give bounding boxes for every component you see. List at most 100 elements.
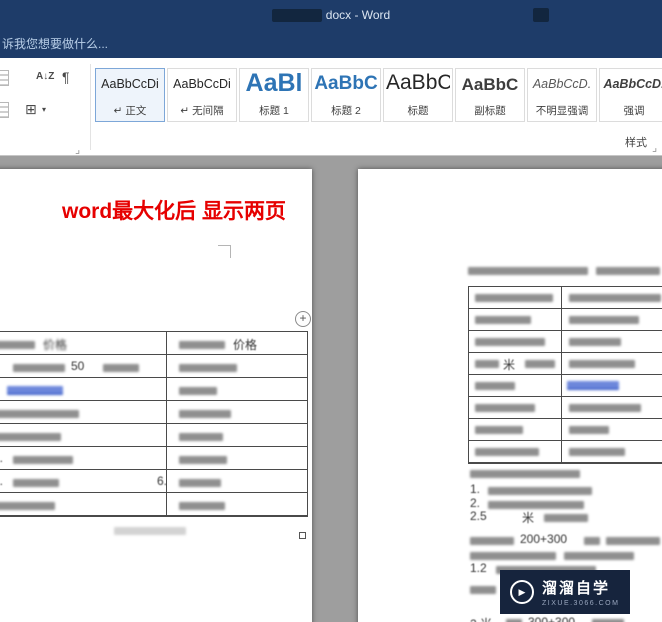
style-label: 标题 1: [259, 105, 289, 117]
cell-text: 2.: [0, 474, 4, 488]
style-label: 标题: [407, 105, 429, 117]
table-column-divider: [561, 287, 562, 463]
blurred-text-bar: [544, 514, 588, 522]
table-column-divider: [166, 332, 167, 516]
style-label: ↵ 正文: [113, 105, 147, 117]
blurred-text-bar: [468, 267, 588, 275]
style-no-spacing[interactable]: AaBbCcDi ↵ 无间隔: [167, 68, 237, 122]
cell-text: 6.: [157, 474, 168, 488]
hyperlink-blur: [7, 386, 63, 395]
list-number: 1.: [470, 482, 481, 496]
group-separator: [90, 64, 91, 150]
blurred-text-bar: [0, 433, 61, 441]
cell-text: 价格: [233, 338, 258, 352]
style-preview: AaBbC: [386, 71, 450, 94]
pilcrow-icon[interactable]: ¶: [62, 69, 70, 85]
watermark-text: 溜溜自学 zixue.3066.com: [542, 577, 619, 607]
style-heading1[interactable]: AaBl 标题 1: [239, 68, 309, 122]
style-subtitle[interactable]: AaBbC 副标题: [455, 68, 525, 122]
hyperlink-blur: [567, 381, 619, 390]
style-preview: AaBbCcD.: [532, 77, 592, 91]
margin-corner-mark: [218, 245, 231, 258]
page-2[interactable]: 米 1. 2. 2.5 米 200+300 1.2 300+300: [358, 169, 662, 622]
blurred-text-bar: [13, 364, 65, 372]
redaction-mark: [533, 8, 549, 22]
partial-icon[interactable]: [0, 70, 9, 86]
blurred-text-bar: [569, 316, 639, 324]
style-label: ↵ 无间隔: [180, 105, 224, 117]
blurred-text-bar: [596, 267, 660, 275]
blurred-text-bar: [179, 433, 223, 441]
style-emphasis[interactable]: AaBbCcD. 强调: [599, 68, 662, 122]
paragraph-dialog-launcher-icon[interactable]: ⌟: [75, 145, 80, 156]
watermark: ▶ 溜溜自学 zixue.3066.com: [500, 570, 630, 614]
blurred-text-bar: [569, 360, 635, 368]
table-resize-handle[interactable]: [299, 532, 306, 539]
blurred-text-bar: [0, 341, 35, 349]
blurred-text-bar: [564, 552, 634, 560]
watermark-brand: 溜溜自学: [542, 580, 611, 597]
table-move-handle[interactable]: +: [295, 311, 311, 327]
blurred-text-bar: [179, 410, 231, 418]
tell-me-text[interactable]: 诉我您想要做什么...: [2, 37, 108, 51]
tell-me-bar[interactable]: 诉我您想要做什么...: [0, 30, 662, 58]
body-text: 米: [522, 511, 535, 525]
style-label: 副标题: [474, 105, 506, 117]
blurred-text-bar: [488, 501, 584, 509]
blurred-text-bar: [475, 426, 523, 434]
blurred-text-bar: [475, 360, 499, 368]
list-number: 2.5: [470, 509, 487, 523]
cell-text: 米: [503, 358, 516, 372]
blurred-text-bar: [0, 502, 55, 510]
styles-dialog-launcher-icon[interactable]: ⌟: [652, 143, 657, 154]
blurred-text-bar: [606, 537, 660, 545]
blurred-text-bar: [584, 537, 600, 545]
partial-shading-icon[interactable]: [0, 102, 9, 118]
page-1[interactable]: word最大化后 显示两页 + 价格 价格 50 . . 6.: [0, 169, 312, 622]
blurred-text-bar: [525, 360, 555, 368]
title-bar: docx - Word: [0, 0, 662, 30]
blurred-text-bar: [569, 338, 621, 346]
blurred-text-bar: [488, 487, 592, 495]
play-icon: ▶: [510, 580, 534, 604]
style-normal[interactable]: AaBbCcDi ↵ 正文: [95, 68, 165, 122]
blurred-text-bar: [475, 316, 531, 324]
cell-text: 50: [71, 359, 85, 373]
document-area: word最大化后 显示两页 + 价格 价格 50 . . 6. 米 1. 2. …: [0, 156, 662, 622]
blurred-text-bar: [114, 527, 186, 535]
page1-table[interactable]: 价格 价格 50 1. 2. 6.: [0, 331, 308, 517]
blurred-text-bar: [475, 448, 539, 456]
style-label: 不明显强调: [535, 105, 589, 117]
style-preview: AaBl: [245, 69, 303, 97]
blurred-text-bar: [569, 426, 609, 434]
ribbon: A↓Z ¶ ⊞ ▾ ⌟ AaBbCcDi ↵ 正文 AaBbCcDi ↵ 无间隔…: [0, 58, 662, 156]
blurred-text-bar: [0, 410, 79, 418]
blurred-text-bar: [103, 364, 139, 372]
blurred-text-bar: [470, 537, 514, 545]
borders-icon[interactable]: ⊞: [25, 101, 37, 118]
sort-icon[interactable]: A↓Z: [36, 71, 54, 82]
blurred-text-bar: [475, 404, 535, 412]
chevron-down-icon[interactable]: ▾: [42, 105, 46, 114]
blurred-text-bar: [569, 448, 625, 456]
blurred-text-bar: [179, 479, 221, 487]
style-heading2[interactable]: AaBbC 标题 2: [311, 68, 381, 122]
blurred-text-bar: [475, 294, 553, 302]
style-preview: AaBbC: [461, 75, 519, 94]
style-preview: AaBbCcD.: [603, 77, 662, 91]
blurred-text-bar: [475, 382, 515, 390]
blurred-text-bar: [470, 552, 556, 560]
blurred-text-bar: [569, 404, 641, 412]
page2-table[interactable]: 米: [468, 286, 662, 464]
list-number: 2.: [470, 496, 481, 510]
body-text: 300+300: [528, 615, 576, 622]
window-title: docx - Word: [325, 8, 391, 22]
blurred-text-bar: [470, 586, 496, 594]
style-title[interactable]: AaBbC 标题: [383, 68, 453, 122]
blurred-text-bar: [179, 502, 225, 510]
style-subtle-emphasis[interactable]: AaBbCcD. 不明显强调: [527, 68, 597, 122]
styles-group-label: 样式: [625, 137, 647, 149]
annotation-text: word最大化后 显示两页: [62, 200, 286, 223]
blurred-text-bar: [569, 294, 661, 302]
style-preview: AaBbC: [314, 73, 378, 94]
